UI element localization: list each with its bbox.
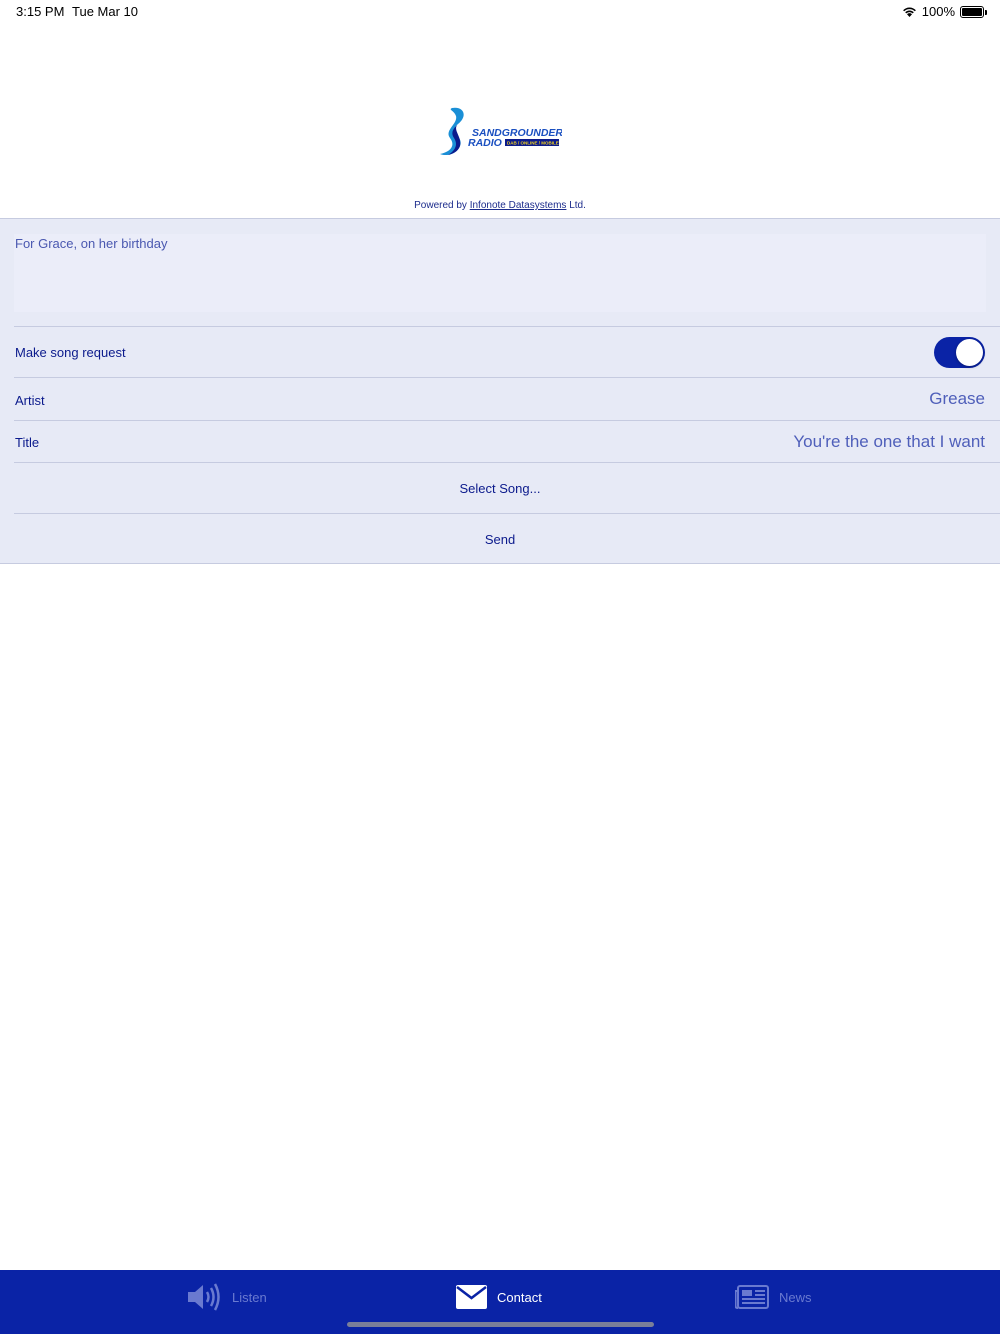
home-indicator[interactable] — [347, 1322, 654, 1327]
status-time: 3:15 PM — [16, 4, 65, 19]
powered-prefix: Powered by — [414, 200, 470, 211]
tab-bar: Listen Contact News — [0, 1270, 1000, 1334]
wifi-icon — [902, 7, 916, 17]
tab-contact[interactable]: Contact — [456, 1282, 542, 1312]
station-logo: SANDGROUNDER RADIO DAB / ONLINE / MOBILE — [438, 106, 563, 158]
svg-text:DAB / ONLINE / MOBILE: DAB / ONLINE / MOBILE — [507, 141, 559, 146]
status-bar: 3:15 PM Tue Mar 10 100% — [0, 0, 1000, 24]
toggle-knob — [956, 339, 983, 366]
tab-contact-label: Contact — [497, 1289, 542, 1305]
title-row[interactable]: Title You're the one that I want — [14, 420, 1000, 462]
speaker-icon — [188, 1283, 220, 1311]
artist-row[interactable]: Artist Grease — [14, 377, 1000, 420]
infonote-link[interactable]: Infonote Datasystems — [470, 200, 567, 211]
envelope-icon — [456, 1285, 487, 1309]
song-request-toggle[interactable] — [934, 337, 985, 368]
request-form: For Grace, on her birthday Make song req… — [0, 218, 1000, 564]
title-label: Title — [15, 435, 40, 450]
newspaper-icon — [735, 1285, 769, 1309]
powered-suffix: Ltd. — [566, 200, 586, 211]
select-song-row[interactable]: Select Song... — [14, 462, 1000, 513]
artist-value[interactable]: Grease — [929, 389, 985, 409]
send-row[interactable]: Send — [14, 513, 1000, 564]
message-textarea[interactable]: For Grace, on her birthday — [14, 234, 986, 312]
song-request-row: Make song request — [14, 326, 1000, 377]
battery-icon — [960, 5, 987, 18]
tab-listen-label: Listen — [232, 1289, 267, 1305]
artist-label: Artist — [15, 393, 45, 408]
title-value[interactable]: You're the one that I want — [793, 432, 985, 452]
tab-news[interactable]: News — [735, 1282, 812, 1312]
svg-text:RADIO: RADIO — [468, 137, 502, 149]
status-date: Tue Mar 10 — [72, 4, 138, 19]
song-request-label: Make song request — [15, 345, 126, 360]
status-right: 100% — [902, 4, 987, 19]
select-song-button[interactable]: Select Song... — [14, 481, 986, 496]
tab-news-label: News — [779, 1289, 812, 1305]
send-button[interactable]: Send — [14, 532, 986, 547]
battery-percent: 100% — [921, 4, 955, 19]
powered-by-credit: Powered by Infonote Datasystems Ltd. — [0, 200, 1000, 211]
tab-listen[interactable]: Listen — [186, 1282, 267, 1312]
